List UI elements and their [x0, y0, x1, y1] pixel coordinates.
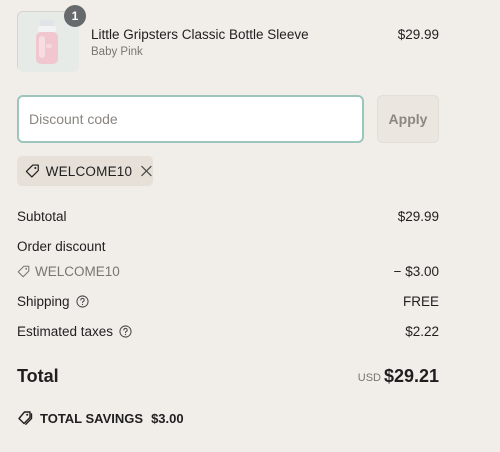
- total-savings: TOTAL SAVINGS $3.00: [17, 410, 184, 426]
- total-amount: $29.21: [383, 366, 439, 386]
- order-discount-value: − $3.00: [393, 264, 439, 279]
- total-savings-label: TOTAL SAVINGS: [40, 410, 144, 426]
- product-title: Little Gripsters Classic Bottle Sleeve: [91, 27, 309, 42]
- question-circle-icon[interactable]: [119, 325, 132, 338]
- taxes-label-group: Estimated taxes: [17, 324, 132, 339]
- taxes-label: Estimated taxes: [17, 324, 114, 339]
- close-icon[interactable]: [140, 164, 153, 178]
- taxes-value: $2.22: [405, 324, 439, 339]
- applied-discount-chip: WELCOME10: [17, 156, 153, 186]
- tag-icon: [17, 265, 30, 278]
- order-discount-label: Order discount: [17, 239, 106, 254]
- total-label: Total: [17, 366, 59, 386]
- product-thumbnail: 1: [17, 5, 86, 72]
- question-circle-icon[interactable]: [75, 295, 89, 308]
- subtotal-label: Subtotal: [17, 209, 67, 224]
- order-discount-code: WELCOME10: [17, 264, 120, 279]
- product-variant: Baby Pink: [91, 46, 143, 58]
- applied-discount-code: WELCOME10: [45, 163, 133, 179]
- total-savings-value: $3.00: [151, 410, 184, 426]
- order-summary: 1 Little Gripsters Classic Bottle Sleeve…: [17, 0, 439, 452]
- quantity-badge: 1: [64, 5, 86, 27]
- shipping-label: Shipping: [17, 294, 70, 309]
- tag-icon: [25, 164, 39, 178]
- product-price: $29.99: [397, 27, 439, 42]
- shipping-label-group: Shipping: [17, 294, 89, 309]
- tags-icon: [18, 411, 33, 425]
- order-discount-code-text: WELCOME10: [35, 264, 120, 279]
- subtotal-value: $29.99: [397, 209, 439, 224]
- line-item: 1 Little Gripsters Classic Bottle Sleeve…: [17, 5, 439, 72]
- discount-code-input[interactable]: [17, 95, 364, 143]
- total-currency: USD: [357, 372, 381, 384]
- shipping-value: FREE: [402, 294, 439, 309]
- apply-discount-button[interactable]: Apply: [377, 95, 439, 143]
